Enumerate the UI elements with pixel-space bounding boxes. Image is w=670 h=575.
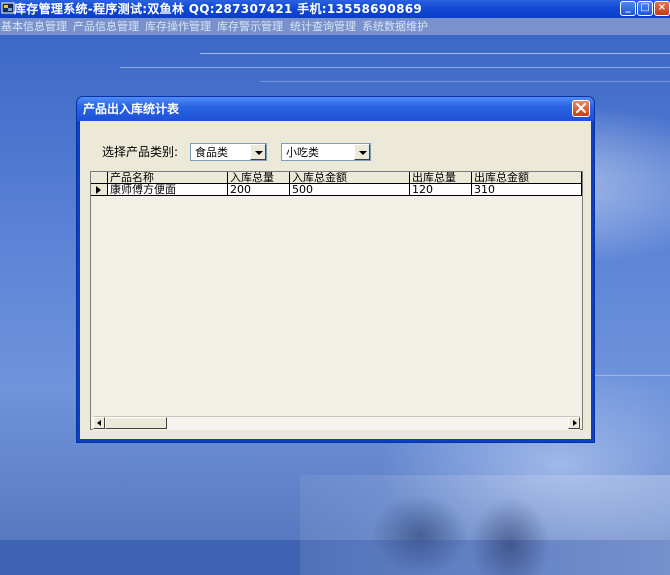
background-photo	[300, 475, 670, 575]
menu-item-system-data[interactable]: 系统数据维护	[362, 18, 428, 35]
scroll-right-icon[interactable]	[568, 417, 580, 429]
table-cell[interactable]: 200	[228, 184, 290, 196]
minimize-icon: _	[625, 2, 631, 13]
scroll-left-icon[interactable]	[93, 417, 105, 429]
menu-item-stock-alerts[interactable]: 库存警示管理	[217, 18, 283, 35]
category-select-value: 食品类	[195, 146, 228, 159]
column-header-out-amount[interactable]: 出库总金额	[472, 172, 582, 184]
maximize-button[interactable]: □	[637, 1, 653, 16]
category-select[interactable]: 食品类	[190, 143, 267, 161]
chevron-down-icon[interactable]	[250, 144, 266, 160]
background-light-line	[120, 67, 670, 68]
column-header-in-amount[interactable]: 入库总金额	[290, 172, 410, 184]
table-cell[interactable]: 310	[472, 184, 582, 196]
menu-item-stock-operations[interactable]: 库存操作管理	[145, 18, 211, 35]
app-title-bar: 库存管理系统-程序测试:双鱼林 QQ:287307421 手机:13558690…	[0, 0, 670, 18]
menu-item-basic-info[interactable]: 基本信息管理	[1, 18, 67, 35]
background-light-line	[594, 375, 670, 376]
menu-bar: 基本信息管理 产品信息管理 库存操作管理 库存警示管理 统计查询管理 系统数据维…	[0, 18, 670, 35]
menu-item-product-info[interactable]: 产品信息管理	[73, 18, 139, 35]
app-icon	[1, 2, 15, 14]
table-cell[interactable]: 康师傅方便面	[108, 184, 228, 196]
column-header-out-qty[interactable]: 出库总量	[410, 172, 472, 184]
dialog-body: 选择产品类别: 食品类 小吃类 产品名称 入库总量 入库总金额 出库总量 出库总…	[80, 121, 591, 439]
column-header-in-qty[interactable]: 入库总量	[228, 172, 290, 184]
background-light-line	[200, 53, 670, 54]
current-row-arrow-icon	[96, 186, 101, 194]
scrollbar-thumb[interactable]	[105, 417, 167, 429]
chevron-down-icon[interactable]	[354, 144, 370, 160]
dialog-title-bar[interactable]: 产品出入库统计表	[77, 97, 594, 121]
stats-grid[interactable]: 产品名称 入库总量 入库总金额 出库总量 出库总金额 康师傅方便面 200 50…	[90, 171, 583, 430]
menu-item-statistics-query[interactable]: 统计查询管理	[290, 18, 356, 35]
stats-dialog: 产品出入库统计表 选择产品类别: 食品类 小吃类 产品名称 入库总量 入库总金额…	[77, 97, 594, 442]
app-title: 库存管理系统-程序测试:双鱼林 QQ:287307421 手机:13558690…	[14, 2, 423, 16]
dialog-title: 产品出入库统计表	[83, 102, 180, 116]
minimize-button[interactable]: _	[620, 1, 636, 16]
row-header-corner	[91, 172, 108, 184]
horizontal-scrollbar[interactable]	[93, 416, 580, 430]
close-button[interactable]: ×	[654, 1, 670, 16]
column-header-product-name[interactable]: 产品名称	[108, 172, 228, 184]
subcategory-select[interactable]: 小吃类	[281, 143, 371, 161]
subcategory-select-value: 小吃类	[286, 146, 319, 159]
maximize-icon: □	[640, 2, 650, 13]
close-icon	[576, 103, 586, 113]
table-cell[interactable]: 500	[290, 184, 410, 196]
dialog-close-button[interactable]	[572, 100, 590, 117]
close-icon: ×	[657, 2, 667, 13]
row-selector[interactable]	[91, 184, 108, 196]
table-cell[interactable]: 120	[410, 184, 472, 196]
background-light-line	[260, 81, 670, 82]
category-label: 选择产品类别:	[102, 145, 179, 159]
